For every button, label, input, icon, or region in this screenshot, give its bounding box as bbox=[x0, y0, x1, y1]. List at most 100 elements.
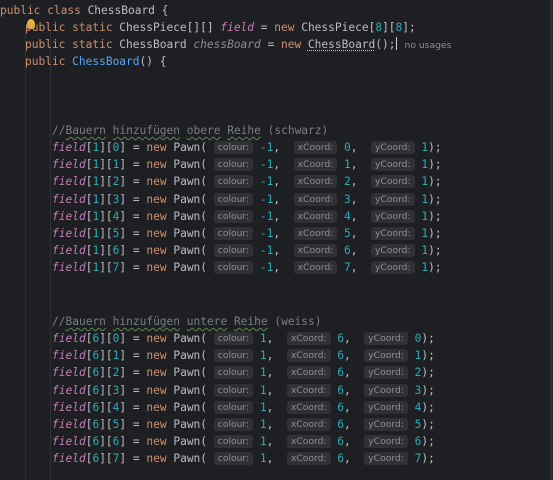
bracket: ][ bbox=[99, 244, 113, 258]
field-name: field bbox=[52, 349, 86, 363]
keyword: new bbox=[146, 175, 174, 189]
pawn-statement-line[interactable]: field[1][0] = new Pawn( colour: -1, xCoo… bbox=[52, 139, 442, 156]
board-declaration-line[interactable]: public static ChessBoard chessBoard = ne… bbox=[25, 36, 451, 53]
param-hint-colour: colour: bbox=[213, 332, 254, 345]
comment-text: Bauern bbox=[65, 315, 106, 328]
xcoord-value: 7 bbox=[344, 261, 351, 275]
param-hint-ycoord: yCoord: bbox=[364, 452, 408, 466]
field-declaration-line[interactable]: public static ChessPiece[][] field = new… bbox=[25, 19, 416, 36]
field-name: field bbox=[52, 227, 86, 240]
comma: , bbox=[350, 261, 371, 275]
comment-text bbox=[227, 315, 234, 328]
xcoord-value: 6 bbox=[337, 383, 345, 397]
keyword: new bbox=[146, 209, 174, 223]
xcoord-value: 1 bbox=[344, 158, 351, 172]
comment-text bbox=[180, 315, 187, 328]
bracket: ][ bbox=[99, 332, 113, 345]
statement-end: ); bbox=[428, 227, 442, 240]
pawn-statement-line[interactable]: field[6][3] = new Pawn( colour: 1, xCoor… bbox=[52, 382, 435, 399]
statement-end: ); bbox=[421, 366, 435, 380]
statement-end: ); bbox=[428, 141, 442, 154]
field-name: field bbox=[52, 452, 86, 466]
constructor-call: Pawn( bbox=[173, 349, 214, 363]
keyword: new bbox=[146, 158, 174, 172]
statement-end: ); bbox=[428, 192, 442, 206]
bracket: ][ bbox=[99, 400, 113, 414]
constructor-declaration-line[interactable]: public ChessBoard() { bbox=[25, 53, 166, 70]
bracket: ][ bbox=[99, 435, 113, 449]
text-caret bbox=[395, 37, 397, 50]
pawn-statement-line[interactable]: field[1][7] = new Pawn( colour: -1, xCoo… bbox=[52, 259, 442, 276]
colour-value: -1 bbox=[259, 141, 274, 154]
keyword: new bbox=[146, 141, 174, 154]
comma: , bbox=[273, 141, 294, 154]
pawn-statement-line[interactable]: field[6][7] = new Pawn( colour: 1, xCoor… bbox=[52, 450, 435, 467]
colour-value: -1 bbox=[259, 158, 274, 172]
keyword: new bbox=[146, 366, 174, 380]
pawn-statement-line[interactable]: field[1][6] = new Pawn( colour: -1, xCoo… bbox=[52, 242, 442, 259]
constructor-call: Pawn( bbox=[173, 332, 214, 345]
pawn-statement-line[interactable]: field[1][5] = new Pawn( colour: -1, xCoo… bbox=[52, 225, 442, 242]
param-hint-colour: colour: bbox=[213, 175, 254, 189]
bracket: ][ bbox=[99, 192, 113, 206]
comment-text: Bauern bbox=[65, 124, 106, 137]
operator: = bbox=[126, 175, 147, 189]
comment-black-pawns[interactable]: //Bauern hinzufügen obere Reihe (schwarz… bbox=[52, 122, 328, 139]
comment-text: (weiss) bbox=[267, 315, 322, 328]
param-hint-ycoord: yCoord: bbox=[364, 400, 408, 414]
bracket: ][ bbox=[99, 141, 113, 154]
comment-text: untere bbox=[186, 315, 228, 328]
code-editor[interactable]: public class ChessBoard { public static … bbox=[0, 0, 553, 480]
pawn-statement-line[interactable]: field[6][1] = new Pawn( colour: 1, xCoor… bbox=[52, 347, 435, 364]
param-hint-ycoord: yCoord: bbox=[370, 209, 415, 223]
pawn-statement-line[interactable]: field[6][4] = new Pawn( colour: 1, xCoor… bbox=[52, 399, 435, 416]
param-hint-xcoord: xCoord: bbox=[293, 244, 338, 258]
statement-end: ); bbox=[428, 158, 442, 172]
pawn-statement-line[interactable]: field[6][5] = new Pawn( colour: 1, xCoor… bbox=[52, 416, 435, 433]
colour-value: 1 bbox=[259, 435, 267, 449]
constructor-call: Pawn( bbox=[173, 366, 214, 380]
pawn-statement-line[interactable]: field[6][0] = new Pawn( colour: 1, xCoor… bbox=[52, 330, 435, 347]
statement-end: ); bbox=[421, 349, 435, 363]
comma: , bbox=[273, 175, 294, 189]
param-hint-xcoord: xCoord: bbox=[286, 435, 331, 449]
keyword: new bbox=[146, 383, 174, 397]
usages-hint[interactable]: no usages bbox=[405, 40, 452, 51]
bracket: ][ bbox=[99, 227, 113, 240]
pawn-statement-line[interactable]: field[6][2] = new Pawn( colour: 1, xCoor… bbox=[52, 364, 435, 381]
pawn-statement-line[interactable]: field[1][3] = new Pawn( colour: -1, xCoo… bbox=[52, 191, 442, 208]
param-hint-colour: colour: bbox=[213, 209, 254, 223]
param-hint-colour: colour: bbox=[213, 349, 254, 363]
comment-white-pawns[interactable]: //Bauern hinzufügen untere Reihe (weiss) bbox=[52, 313, 322, 330]
constructor: ChessPiece bbox=[301, 21, 369, 34]
param-hint-colour: colour: bbox=[213, 261, 254, 275]
param-hint-ycoord: yCoord: bbox=[370, 227, 415, 240]
pawn-statement-line[interactable]: field[1][4] = new Pawn( colour: -1, xCoo… bbox=[52, 208, 442, 225]
param-hint-ycoord: yCoord: bbox=[364, 383, 408, 397]
param-hint-ycoord: yCoord: bbox=[364, 418, 408, 431]
keyword: new bbox=[146, 192, 174, 206]
pawn-statement-line[interactable]: field[6][6] = new Pawn( colour: 1, xCoor… bbox=[52, 433, 435, 450]
param-hint-xcoord: xCoord: bbox=[286, 400, 331, 414]
keyword: new bbox=[146, 244, 174, 258]
bracket: ][ bbox=[99, 366, 113, 380]
constructor-call: Pawn( bbox=[173, 418, 214, 431]
colour-value: 1 bbox=[259, 400, 267, 414]
statement-end: ); bbox=[428, 244, 442, 258]
pawn-statement-line[interactable]: field[1][1] = new Pawn( colour: -1, xCoo… bbox=[52, 156, 442, 173]
comma: , bbox=[266, 349, 287, 363]
param-hint-ycoord: yCoord: bbox=[364, 435, 408, 449]
keyword: public bbox=[25, 55, 73, 68]
pawn-statement-line[interactable]: field[1][2] = new Pawn( colour: -1, xCoo… bbox=[52, 173, 442, 190]
param-hint-colour: colour: bbox=[213, 418, 254, 431]
param-hint-colour: colour: bbox=[213, 141, 254, 154]
colour-value: 1 bbox=[259, 383, 267, 397]
param-hint-ycoord: yCoord: bbox=[364, 349, 408, 363]
constructor-call: Pawn( bbox=[173, 400, 214, 414]
comma: , bbox=[344, 452, 365, 466]
field-name: field bbox=[52, 158, 86, 172]
keyword: public class bbox=[0, 4, 88, 17]
comma: , bbox=[266, 383, 287, 397]
comma: , bbox=[344, 332, 365, 345]
class-declaration-line[interactable]: public class ChessBoard { bbox=[0, 2, 168, 19]
